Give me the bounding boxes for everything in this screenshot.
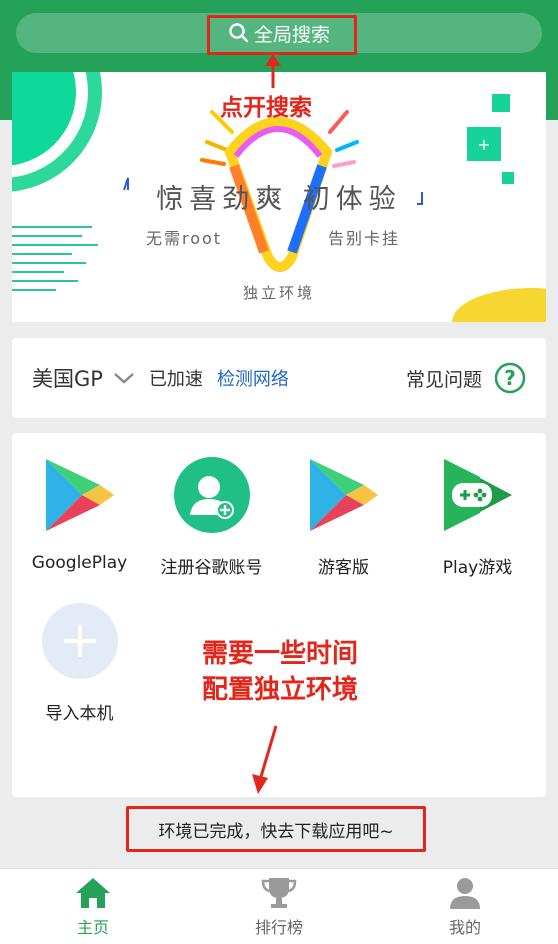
app-label: GooglePlay [31, 553, 128, 573]
search-highlight-box [207, 15, 357, 55]
app-label: Play游戏 [442, 558, 513, 578]
trophy-icon [261, 877, 297, 908]
nav-label: 我的 [448, 917, 481, 937]
nav-label: 主页 [76, 917, 109, 937]
nav-profile[interactable]: 我的 [372, 869, 558, 944]
annotation-needs-time-line2: 配置独立环境 [202, 675, 359, 705]
app-import-local[interactable]: 导入本机 [12, 601, 147, 724]
add-plus-icon [41, 603, 118, 679]
help-icon: ? [494, 362, 526, 394]
app-label: 注册谷歌账号 [160, 558, 263, 578]
home-icon [76, 877, 110, 908]
annotation-arrow-down [252, 725, 278, 794]
nav-label: 排行榜 [254, 917, 303, 937]
app-label: 游客版 [318, 558, 369, 578]
banner-right-subtitle: 告别卡挂 [328, 229, 401, 248]
nav-ranking[interactable]: 排行榜 [186, 869, 372, 944]
google-play-icon [45, 459, 114, 531]
play-games-icon [443, 459, 512, 531]
annotation-open-search: 点开搜索 [220, 95, 312, 121]
bottom-navigation: 主页 排行榜 我的 [0, 868, 558, 944]
google-play-guest-icon [309, 459, 378, 531]
banner-bottom-text: 独立环境 [242, 284, 315, 302]
app-label: 导入本机 [45, 704, 114, 724]
banner-title: 惊喜劲爽 初体验 [156, 184, 402, 215]
nav-home[interactable]: 主页 [0, 869, 186, 944]
app-googleplay[interactable]: GooglePlay [12, 455, 147, 573]
check-network-link[interactable]: 检测网络 [217, 365, 289, 391]
register-google-account-icon [173, 457, 250, 533]
acceleration-status: 已加速 [148, 369, 203, 390]
banner-left-subtitle: 无需root [146, 229, 223, 248]
chevron-down-icon[interactable] [113, 371, 135, 385]
svg-text:+: + [477, 135, 490, 154]
profile-icon [450, 877, 480, 909]
faq-label: 常见问题 [405, 368, 482, 391]
promo-banner[interactable]: + 点开搜索 惊喜劲爽 初体验 无需root 告别卡挂 独立环境 [12, 72, 546, 322]
annotation-arrow-up [265, 54, 281, 88]
faq-button[interactable]: 常见问题 ? [406, 362, 526, 394]
region-card: 美国GP 已加速 检测网络 常见问题 ? [12, 338, 546, 418]
svg-text:?: ? [504, 366, 516, 390]
annotation-needs-time-line1: 需要一些时间 [202, 639, 359, 669]
app-play-games[interactable]: Play游戏 [410, 455, 545, 578]
app-register-google-account[interactable]: 注册谷歌账号 [144, 455, 279, 578]
region-selector[interactable]: 美国GP [32, 363, 103, 393]
toast-highlight-box [126, 806, 426, 852]
app-guest-version[interactable]: 游客版 [276, 455, 411, 578]
